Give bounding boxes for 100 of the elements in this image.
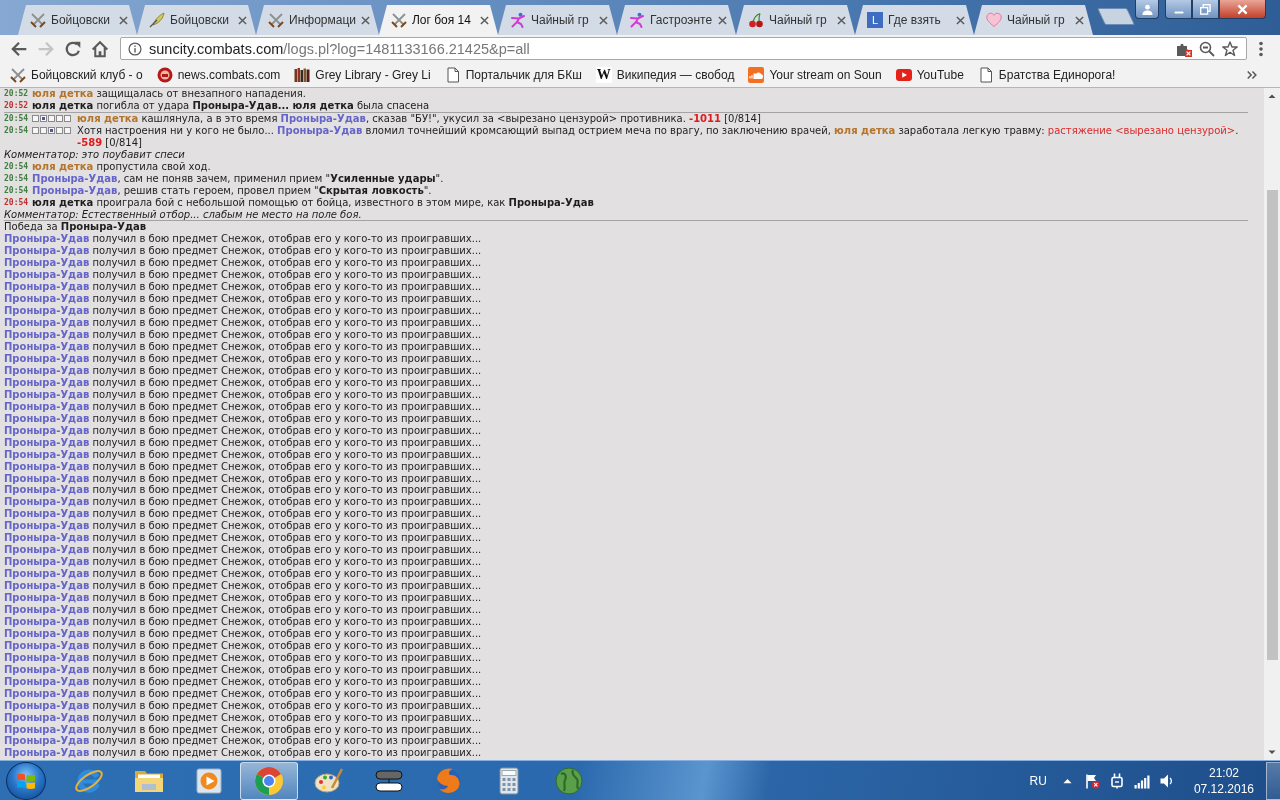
log-entry: Проныра-Удав получил в бою предмет Снежок, отобрав его у кого-то из проигравших... (4, 412, 482, 425)
log-time: 20:54 (4, 196, 29, 209)
crossed-swords-icon (10, 66, 26, 83)
bookmark-item[interactable]: Портальчик для БКш (444, 66, 582, 83)
browser-tab[interactable]: Лог боя 14 (379, 5, 498, 35)
browser-tab[interactable]: Информаци (256, 5, 379, 35)
start-button[interactable] (6, 761, 46, 800)
address-field[interactable]: suncity.combats.com/logs.pl?log=1481133166.21425&p=all (120, 37, 1247, 60)
page-icon (977, 66, 994, 83)
heart-icon (986, 12, 1002, 28)
quill-icon (149, 12, 165, 28)
language-indicator[interactable]: RU (1029, 773, 1047, 788)
close-window-button[interactable] (1219, 0, 1266, 19)
profile-button[interactable] (1135, 0, 1159, 19)
bookmark-item[interactable]: Grey Library - Grey Li (294, 66, 431, 83)
video-play-icon (895, 66, 912, 83)
double-chevron-icon[interactable] (1246, 68, 1258, 81)
restore-button[interactable] (1192, 0, 1219, 19)
star-icon[interactable] (1222, 40, 1238, 57)
reload-icon[interactable] (64, 39, 82, 58)
log-entry: юля детка пропустила свой ход. (32, 160, 211, 173)
browser-tab[interactable]: Чайный гр (498, 5, 617, 35)
close-icon[interactable] (599, 15, 608, 25)
bookmark-item[interactable]: W Википедия — свобод (595, 66, 735, 83)
log-entry: Проныра-Удав получил в бою предмет Снежок, отобрав его у кого-то из проигравших... (4, 747, 482, 760)
log-entry: Проныра-Удав, решив стать героем, провел прием "Скрытая ловкость". (32, 184, 432, 197)
browser-tab[interactable]: Бойцовски (137, 5, 256, 35)
log-entry: Проныра-Удав получил в бою предмет Снежок, отобрав его у кого-то из проигравших... (4, 663, 482, 676)
log-entry: Проныра-Удав, сам не поняв зачем, применил прием "Усиленные удары". (32, 172, 444, 185)
browser-tab[interactable]: Гастроэнте (617, 5, 736, 35)
log-entry: Проныра-Удав получил в бою предмет Снежок, отобрав его у кого-то из проигравших... (4, 329, 482, 341)
speaker-icon[interactable] (1158, 772, 1175, 789)
log-entry: Проныра-Удав получил в бою предмет Снежок, отобрав его у кого-то из проигравших... (4, 245, 482, 258)
log-entry: Проныра-Удав получил в бою предмет Снежок, отобрав его у кого-то из проигравших... (4, 639, 482, 652)
close-icon[interactable] (718, 15, 727, 25)
clock-time[interactable]: 21:02 (1208, 764, 1239, 781)
bookmark-item[interactable]: Братства Единорога! (977, 66, 1116, 83)
clock-date[interactable]: 07.12.2016 (1193, 780, 1254, 797)
log-entry: Проныра-Удав получил в бою предмет Снежок, отобрав его у кого-то из проигравших... (4, 293, 482, 306)
back-icon[interactable] (10, 39, 28, 58)
bookmark-item[interactable]: Бойцовский клуб - о (10, 66, 143, 83)
close-icon[interactable] (119, 15, 128, 25)
log-entry: юля детка кашлянула, а в это время Проныра-Удав, сказав "БУ!", укусил за <вырезано цензурой> противника. -1011 [0/814] (77, 112, 761, 125)
log-entry: Проныра-Удав получил в бою предмет Снежок, отобрав его у кого-то из проигравших... (4, 627, 482, 640)
show-hidden-icons-icon[interactable] (1062, 777, 1072, 784)
log-entry: Проныра-Удав получил в бою предмет Снежок, отобрав его у кого-то из проигравших... (4, 496, 482, 509)
log-entry: Проныра-Удав получил в бою предмет Снежок, отобрав его у кого-то из проигравших... (4, 352, 482, 365)
log-entry: Проныра-Удав получил в бою предмет Снежок, отобрав его у кого-то из проигравших... (4, 723, 482, 736)
close-icon[interactable] (837, 15, 846, 25)
globe-icon (553, 764, 585, 797)
menu-icon[interactable] (1259, 40, 1263, 57)
crossed-swords-icon (30, 12, 46, 28)
log-entry: Проныра-Удав получил в бою предмет Снежок, отобрав его у кого-то из проигравших... (4, 687, 482, 700)
log-time: 20:54 (4, 160, 29, 173)
show-desktop-button[interactable] (1266, 761, 1280, 800)
log-entry: Проныра-Удав получил в бою предмет Снежок, отобрав его у кого-то из проигравших... (4, 400, 482, 413)
bookmark-item[interactable]: news.combats.com (156, 66, 281, 83)
close-icon[interactable] (1075, 15, 1084, 25)
browser-tab[interactable]: Бойцовски (18, 5, 137, 35)
log-entry: Проныра-Удав получил в бою предмет Снежок, отобрав его у кого-то из проигравших... (4, 424, 482, 437)
log-entry: Проныра-Удав получил в бою предмет Снежок, отобрав его у кого-то из проигравших... (4, 484, 482, 497)
zoom-out-icon[interactable] (1199, 40, 1215, 57)
close-icon[interactable] (956, 15, 965, 25)
log-entry: Проныра-Удав получил в бою предмет Снежок, отобрав его у кого-то из проигравших... (4, 544, 482, 557)
log-entry: Хотя настроения ни у кого не было... Проныра-Удав вломил точнейший кромсающий выпад острием меча по врагу, по заключению врачей, юля детка заработала легкую травму: растяжение <вырезано цензурой>. -589 [0/814] (77, 124, 1240, 149)
log-entry: Проныра-Удав получил в бою предмет Снежок, отобрав его у кого-то из проигравших... (4, 281, 482, 294)
new-tab-button[interactable] (1097, 8, 1135, 25)
browser-tab[interactable]: Чайный гр (974, 5, 1093, 35)
log-entry: Проныра-Удав получил в бою предмет Снежок, отобрав его у кого-то из проигравших... (4, 520, 482, 533)
bookmark-item[interactable]: YouTube (895, 66, 964, 83)
close-icon (1237, 3, 1248, 15)
scrollbar[interactable] (1264, 88, 1280, 760)
log-entry: юля детка проиграла бой с небольшой помощью от бойца, известного в этом мире, как Проныра-Удав (32, 196, 594, 209)
restore-icon (1200, 3, 1211, 15)
log-entry: Проныра-Удав получил в бою предмет Снежок, отобрав его у кого-то из проигравших... (4, 556, 482, 569)
log-entry: Проныра-Удав получил в бою предмет Снежок, отобрав его у кого-то из проигравших... (4, 580, 482, 593)
log-entry: Проныра-Удав получил в бою предмет Снежок, отобрав его у кого-то из проигравших... (4, 317, 482, 330)
commentator-remark: Комментатор: это поубавит спеси (4, 148, 185, 161)
cherries-icon (748, 12, 764, 28)
scrollbar-thumb[interactable] (1266, 190, 1278, 660)
minimize-icon (1173, 10, 1184, 14)
close-icon[interactable] (238, 15, 247, 25)
power-plug-icon[interactable] (1108, 772, 1125, 789)
flag-error-icon[interactable] (1083, 772, 1100, 789)
log-entry: Проныра-Удав получил в бою предмет Снежок, отобрав его у кого-то из проигравших... (4, 233, 482, 246)
log-entry: Проныра-Удав получил в бою предмет Снежок, отобрав его у кого-то из проигравших... (4, 675, 482, 688)
browser-tab[interactable]: Чайный гр (736, 5, 855, 35)
home-icon[interactable] (91, 39, 109, 58)
close-icon[interactable] (480, 15, 489, 25)
log-entry: юля детка защищалась от внезапного нападения. (32, 88, 306, 100)
log-time: 20:54 (4, 124, 29, 137)
bookmark-item[interactable]: Your stream on Soun (748, 66, 882, 83)
page-icon (444, 66, 461, 83)
close-icon[interactable] (361, 15, 370, 25)
log-time: 20:54 (4, 112, 29, 125)
info-icon[interactable] (128, 41, 142, 56)
log-entry: Проныра-Удав получил в бою предмет Снежок, отобрав его у кого-то из проигравших... (4, 269, 482, 282)
browser-tab[interactable]: L Где взять (855, 5, 974, 35)
log-entry: Проныра-Удав получил в бою предмет Снежок, отобрав его у кого-то из проигравших... (4, 508, 482, 521)
minimize-button[interactable] (1165, 0, 1192, 19)
